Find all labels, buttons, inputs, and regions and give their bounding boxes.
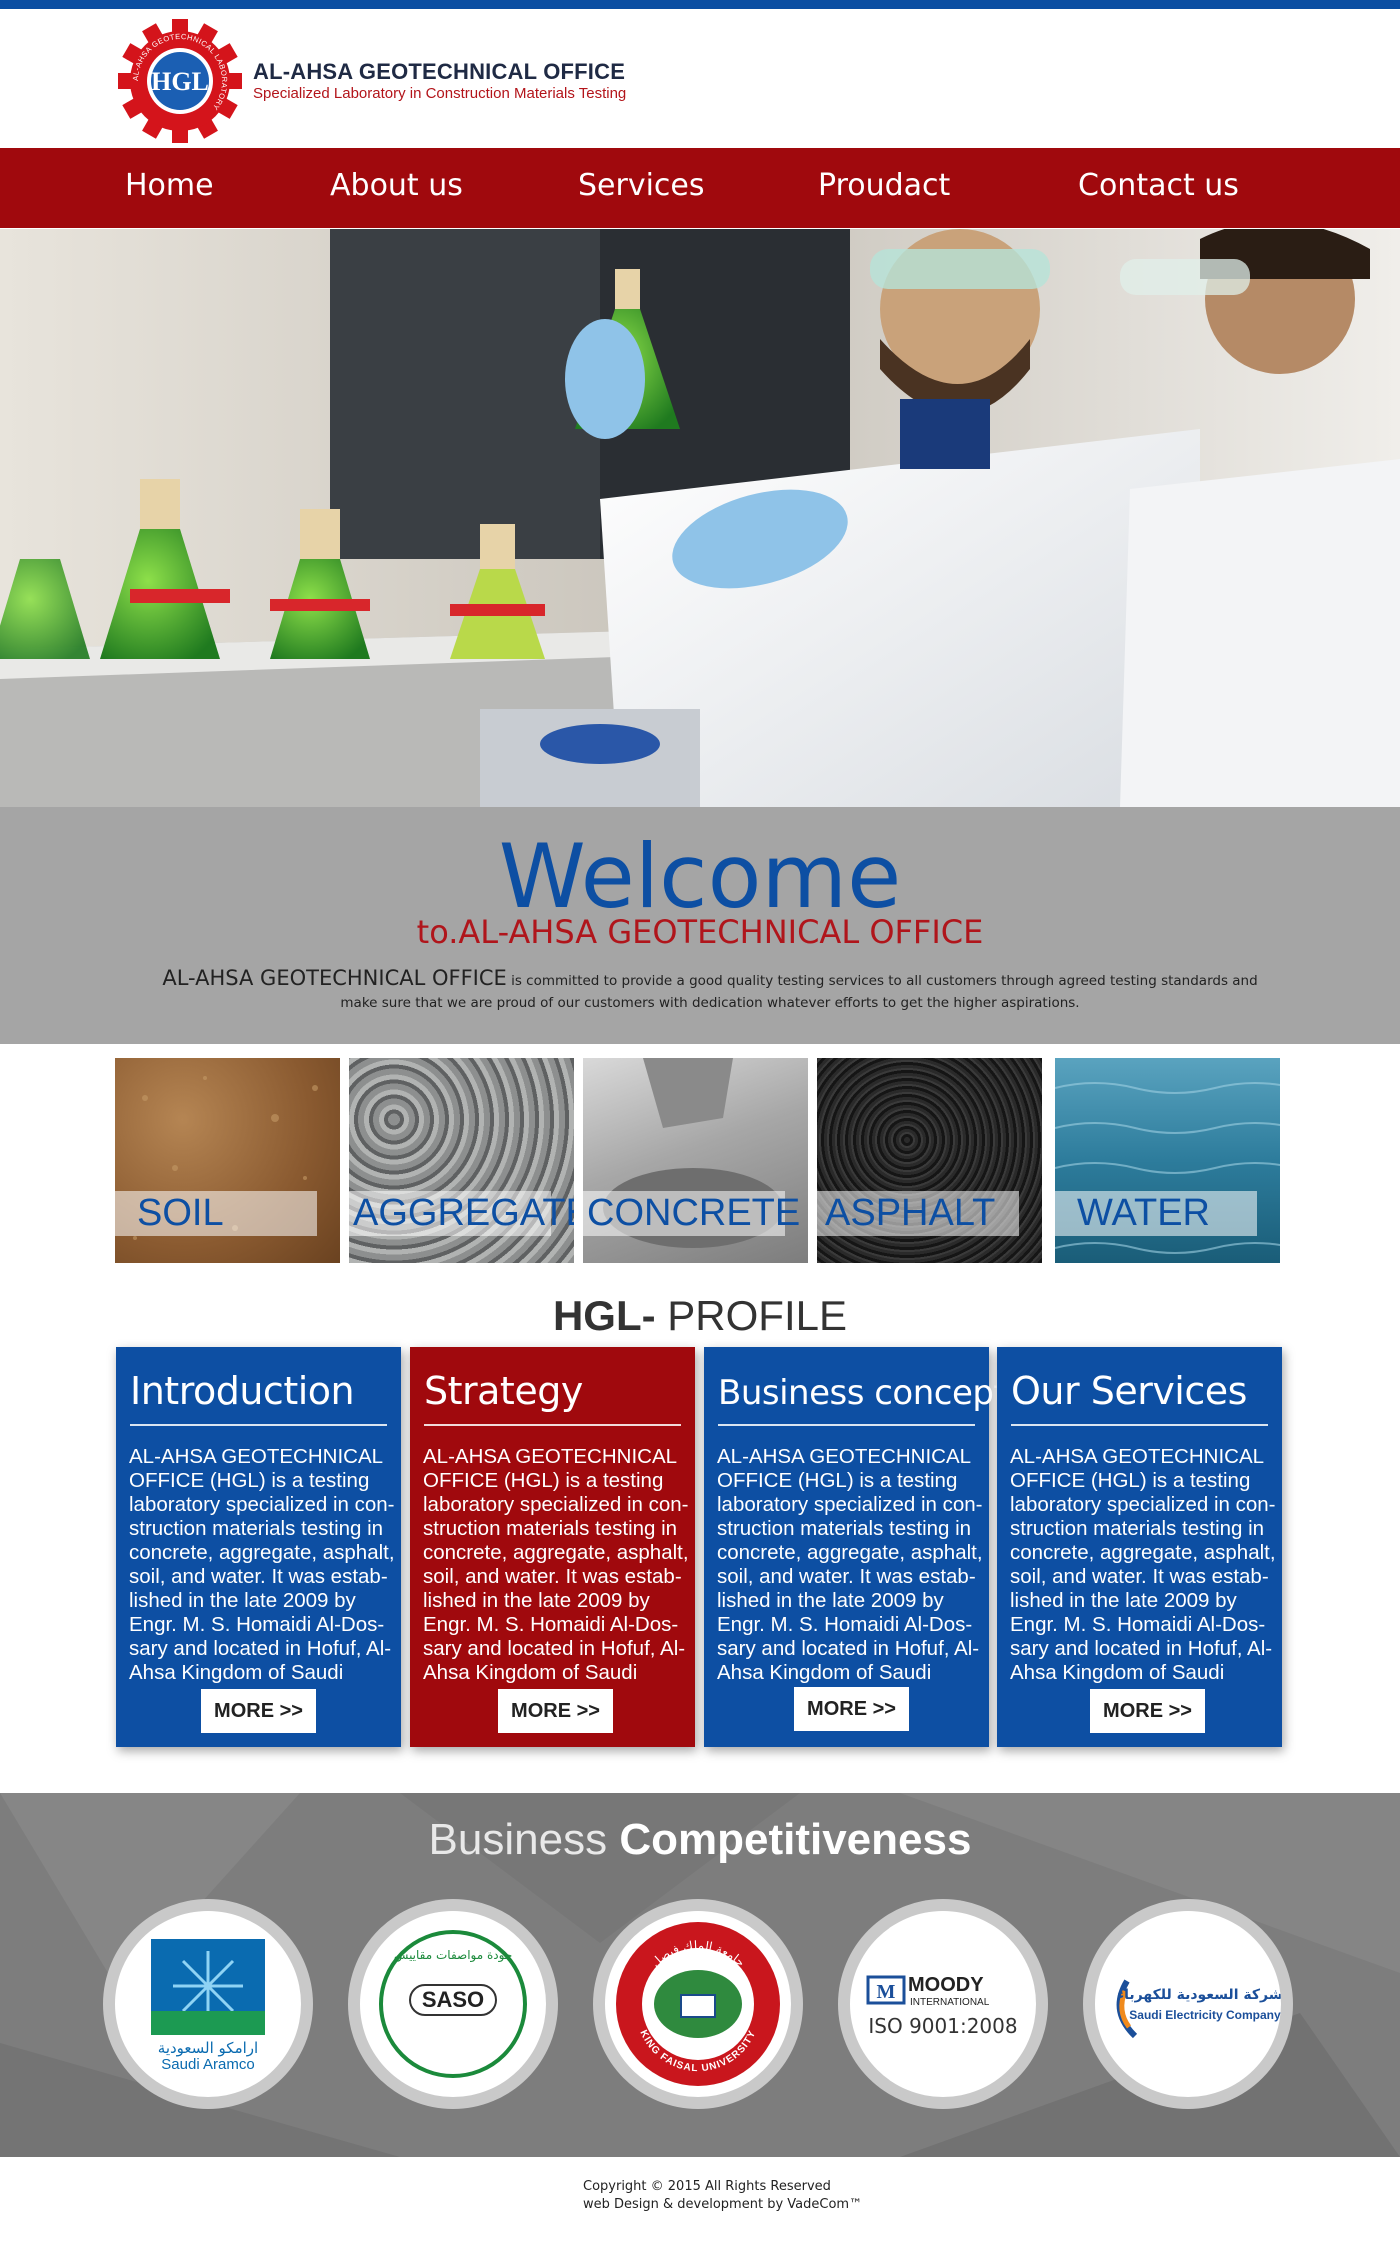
card-introduction: Introduction AL-AHSA GEOTECHNICAL OFFICE… xyxy=(116,1347,401,1747)
saso-name: SASO xyxy=(422,1987,484,2012)
card-body: AL-AHSA GEOTECHNICAL OFFICE (HGL) is a t… xyxy=(1010,1445,1276,1684)
card-title: Business concept xyxy=(718,1373,1007,1413)
card-body: AL-AHSA GEOTECHNICAL OFFICE (HGL) is a t… xyxy=(717,1445,983,1684)
partner-logo-frame: M MOODY INTERNATIONAL ISO 9001:2008 xyxy=(850,1911,1036,2097)
card-divider xyxy=(1011,1424,1268,1426)
profile-title-bold: HGL- xyxy=(552,1292,656,1339)
nav-about-us[interactable]: About us xyxy=(330,168,463,203)
sec-arabic: الشركة السعودية للكهرباء xyxy=(1117,1987,1281,2003)
welcome-title: Welcome xyxy=(498,825,902,928)
moody-mark: M xyxy=(877,1981,896,2003)
tile-concrete[interactable]: CONCRETE xyxy=(583,1058,808,1263)
moody-name: MOODY xyxy=(908,1974,984,1996)
site-header: HGL AL-AHSA GEOTECHNICAL LABORATORY AL-A… xyxy=(0,9,1400,148)
card-body: AL-AHSA GEOTECHNICAL OFFICE (HGL) is a t… xyxy=(129,1445,395,1684)
tile-label-water: WATER xyxy=(1055,1191,1257,1236)
business-title: Business Competitiveness xyxy=(0,1815,1400,1865)
card-title: Strategy xyxy=(424,1369,583,1413)
moody-logo: M MOODY INTERNATIONAL ISO 9001:2008 xyxy=(866,1974,1018,2038)
tile-aggregate[interactable]: AGGREGATE xyxy=(349,1058,574,1263)
profile-title-rest: PROFILE xyxy=(667,1292,848,1339)
business-competitiveness-section: Business Competitiveness ارامكو السعودية… xyxy=(0,1793,1400,2157)
welcome-description: AL-AHSA GEOTECHNICAL OFFICE is committed… xyxy=(160,967,1260,1014)
card-body: AL-AHSA GEOTECHNICAL OFFICE (HGL) is a t… xyxy=(423,1445,689,1684)
logo-letters: HGL xyxy=(151,67,209,96)
tile-label-soil: SOIL xyxy=(115,1191,317,1236)
card-divider xyxy=(424,1424,681,1426)
nav-product[interactable]: Proudact xyxy=(818,168,950,203)
saso-arabic: جودة مواصفات مقاييس xyxy=(394,1948,512,1963)
welcome-section: Welcome to.AL-AHSA GEOTECHNICAL OFFICE A… xyxy=(0,807,1400,1044)
welcome-lead: AL-AHSA GEOTECHNICAL OFFICE xyxy=(162,966,507,990)
tile-water[interactable]: WATER xyxy=(1055,1058,1280,1263)
tile-label-aggregate: AGGREGATE xyxy=(349,1191,574,1236)
business-title-bold: Competitiveness xyxy=(619,1815,972,1864)
partner-logo-frame: جودة مواصفات مقاييس SASO xyxy=(360,1911,546,2097)
partner-logo-frame: KING FAISAL UNIVERSITY جامعة الملك فيصل xyxy=(605,1911,791,2097)
partner-moody-international[interactable]: M MOODY INTERNATIONAL ISO 9001:2008 xyxy=(838,1899,1048,2109)
card-our-services: Our Services AL-AHSA GEOTECHNICAL OFFICE… xyxy=(997,1347,1282,1747)
moody-cert: ISO 9001:2008 xyxy=(868,2014,1017,2038)
brand-subtitle: Specialized Laboratory in Construction M… xyxy=(253,85,627,102)
partner-logo-frame: ارامكو السعودية Saudi Aramco xyxy=(115,1911,301,2097)
aramco-logo: ارامكو السعودية Saudi Aramco xyxy=(151,1939,265,2073)
saso-logo: جودة مواصفات مقاييس SASO xyxy=(379,1930,527,2078)
more-button-strategy[interactable]: MORE >> xyxy=(498,1689,613,1733)
hgl-logo[interactable]: HGL AL-AHSA GEOTECHNICAL LABORATORY xyxy=(118,19,242,143)
card-strategy: Strategy AL-AHSA GEOTECHNICAL OFFICE (HG… xyxy=(410,1347,695,1747)
profile-title: HGL- PROFILE xyxy=(0,1292,1400,1340)
sec-name: Saudi Electricity Company xyxy=(1129,2008,1281,2022)
card-title: Introduction xyxy=(130,1369,355,1413)
main-nav: Home About us Services Proudact Contact … xyxy=(0,148,1400,228)
tile-label-concrete: CONCRETE xyxy=(583,1191,800,1236)
kfu-logo: KING FAISAL UNIVERSITY جامعة الملك فيصل xyxy=(616,1922,780,2086)
welcome-subtitle: to.AL-AHSA GEOTECHNICAL OFFICE xyxy=(416,913,984,951)
card-business-concept: Business concept AL-AHSA GEOTECHNICAL OF… xyxy=(704,1347,1007,1747)
site-footer: Copyright © 2015 All Rights Reserved web… xyxy=(0,2157,1400,2245)
card-divider xyxy=(718,1424,975,1426)
aramco-arabic: ارامكو السعودية xyxy=(158,2039,258,2057)
partner-saso[interactable]: جودة مواصفات مقاييس SASO xyxy=(348,1899,558,2109)
brand-title: AL-AHSA GEOTECHNICAL OFFICE xyxy=(253,59,626,84)
partner-logo-frame: الشركة السعودية للكهرباء Saudi Electrici… xyxy=(1095,1911,1281,2097)
sec-logo: الشركة السعودية للكهرباء Saudi Electrici… xyxy=(1116,1979,1281,2039)
nav-home[interactable]: Home xyxy=(125,168,214,203)
credit-line[interactable]: web Design & development by VadeCom™ xyxy=(583,2196,862,2214)
more-button-business-concept[interactable]: MORE >> xyxy=(794,1687,909,1731)
copyright-block: Copyright © 2015 All Rights Reserved web… xyxy=(583,2178,862,2214)
moody-sub: INTERNATIONAL xyxy=(910,1997,990,2008)
nav-services[interactable]: Services xyxy=(578,168,705,203)
aramco-name: Saudi Aramco xyxy=(161,2056,254,2073)
card-divider xyxy=(130,1424,387,1426)
partner-king-faisal-university[interactable]: KING FAISAL UNIVERSITY جامعة الملك فيصل xyxy=(593,1899,803,2109)
copyright-line: Copyright © 2015 All Rights Reserved xyxy=(583,2179,831,2194)
more-button-introduction[interactable]: MORE >> xyxy=(201,1689,316,1733)
business-title-light: Business xyxy=(428,1815,608,1864)
top-accent-bar xyxy=(0,0,1400,9)
partner-saudi-electricity[interactable]: الشركة السعودية للكهرباء Saudi Electrici… xyxy=(1083,1899,1293,2109)
more-button-our-services[interactable]: MORE >> xyxy=(1090,1689,1205,1733)
hero-lab-photo xyxy=(0,229,1400,807)
partner-saudi-aramco[interactable]: ارامكو السعودية Saudi Aramco xyxy=(103,1899,313,2109)
card-title: Our Services xyxy=(1011,1369,1247,1413)
tile-label-asphalt: ASPHALT xyxy=(817,1191,1019,1236)
tile-asphalt[interactable]: ASPHALT xyxy=(817,1058,1042,1263)
tile-soil[interactable]: SOIL xyxy=(115,1058,340,1263)
nav-contact-us[interactable]: Contact us xyxy=(1078,168,1239,203)
